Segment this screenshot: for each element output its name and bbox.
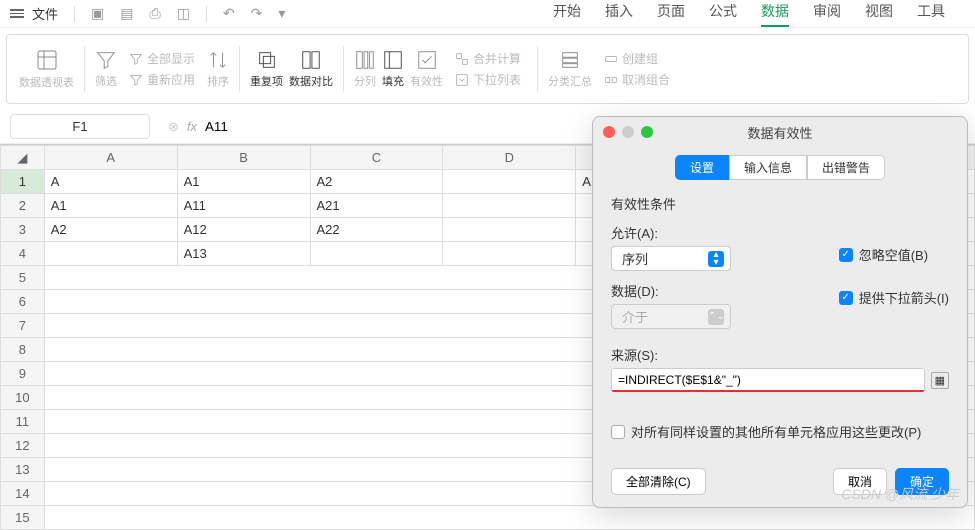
chevron-updown-icon: ▴▾ [708, 251, 724, 267]
fx-icon[interactable]: fx [187, 119, 197, 134]
dropdown-arrow-checkbox[interactable]: ✓提供下拉箭头(I) [839, 288, 949, 307]
duplicates-button[interactable]: 重复项 [250, 49, 283, 89]
dropdown-list-button[interactable]: 下拉列表 [455, 71, 521, 88]
dialog-title: 数据有效性 [593, 123, 967, 142]
col-C[interactable]: C [310, 146, 443, 170]
clear-all-button[interactable]: 全部清除(C) [611, 468, 706, 495]
ribbon: 数据透视表 筛选 全部显示 重新应用 排序 重复项 数据对比 分列 填充 有效性… [6, 34, 969, 104]
range-picker-icon[interactable]: ▦ [931, 372, 949, 389]
fill-button[interactable]: 填充 [382, 49, 404, 89]
name-box[interactable]: F1 [10, 114, 150, 139]
filter-button[interactable]: 筛选 [95, 49, 117, 89]
consolidate-button[interactable]: 合并计算 [455, 50, 521, 67]
tab-review[interactable]: 审阅 [813, 1, 841, 27]
source-label: 来源(S): [611, 345, 949, 364]
chevron-updown-icon: ⌃⌄ [708, 309, 724, 325]
data-select: 介于 ⌃⌄ [611, 304, 731, 329]
allow-select[interactable]: 序列 ▴▾ [611, 246, 731, 271]
save-as-icon[interactable]: ▤ [116, 3, 137, 24]
section-heading: 有效性条件 [611, 194, 949, 213]
col-B[interactable]: B [177, 146, 310, 170]
tab-input-msg[interactable]: 输入信息 [729, 155, 807, 180]
watermark: CSDN @风流 少年 [841, 484, 959, 504]
redo-icon[interactable]: ↷ [247, 3, 267, 24]
save-icon[interactable]: ▣ [87, 3, 108, 24]
file-menu[interactable]: 文件 [32, 4, 58, 23]
ignore-blank-checkbox[interactable]: ✓忽略空值(B) [839, 245, 949, 264]
sort-button[interactable]: 排序 [207, 49, 229, 89]
tab-data[interactable]: 数据 [761, 1, 789, 27]
menubar: 文件 ▣ ▤ ⎙ ◫ ↶ ↷ ▾ 开始 插入 页面 公式 数据 审阅 视图 工具 [0, 0, 975, 28]
row-1[interactable]: 1 [1, 170, 45, 194]
cancel-formula-icon[interactable]: ⊗ [168, 119, 179, 135]
hamburger-icon[interactable] [10, 9, 24, 18]
preview-icon[interactable]: ◫ [173, 3, 194, 24]
undo-icon[interactable]: ↶ [219, 3, 239, 24]
tab-insert[interactable]: 插入 [605, 1, 633, 27]
col-A[interactable]: A [44, 146, 177, 170]
select-all-corner[interactable]: ◢ [1, 146, 45, 170]
row-2[interactable]: 2 [1, 194, 45, 218]
formula-input[interactable] [205, 119, 505, 134]
validity-dialog: 数据有效性 设置 输入信息 出错警告 有效性条件 允许(A): 序列 ▴▾ 数据… [592, 116, 968, 508]
ungroup-button[interactable]: 取消组合 [604, 71, 670, 88]
dialog-tabs: 设置 输入信息 出错警告 [593, 155, 967, 180]
group-button[interactable]: 创建组 [604, 50, 658, 67]
validity-button[interactable]: 有效性 [410, 49, 443, 89]
subtotal-button[interactable]: 分类汇总 [548, 49, 592, 89]
tab-view[interactable]: 视图 [865, 1, 893, 27]
print-icon[interactable]: ⎙ [145, 3, 164, 24]
row-3[interactable]: 3 [1, 218, 45, 242]
pivot-button[interactable]: 数据透视表 [19, 48, 74, 90]
col-D[interactable]: D [443, 146, 576, 170]
row-4[interactable]: 4 [1, 242, 45, 266]
source-input[interactable] [611, 368, 925, 392]
tab-tools[interactable]: 工具 [917, 1, 945, 27]
tab-page[interactable]: 页面 [657, 1, 685, 27]
tab-start[interactable]: 开始 [553, 1, 581, 27]
tab-formula[interactable]: 公式 [709, 1, 737, 27]
apply-all-checkbox[interactable]: 对所有同样设置的其他所有单元格应用这些更改(P) [611, 422, 949, 441]
split-button[interactable]: 分列 [354, 49, 376, 89]
main-tabs: 开始 插入 页面 公式 数据 审阅 视图 工具 [553, 1, 965, 27]
compare-button[interactable]: 数据对比 [289, 49, 333, 89]
tab-error-alert[interactable]: 出错警告 [807, 155, 885, 180]
reapply-button[interactable]: 重新应用 [129, 71, 195, 88]
allow-label: 允许(A): [611, 223, 779, 242]
tab-settings[interactable]: 设置 [675, 155, 729, 180]
data-label: 数据(D): [611, 281, 779, 300]
chevron-down-icon[interactable]: ▾ [274, 3, 289, 24]
show-all-button[interactable]: 全部显示 [129, 50, 195, 67]
